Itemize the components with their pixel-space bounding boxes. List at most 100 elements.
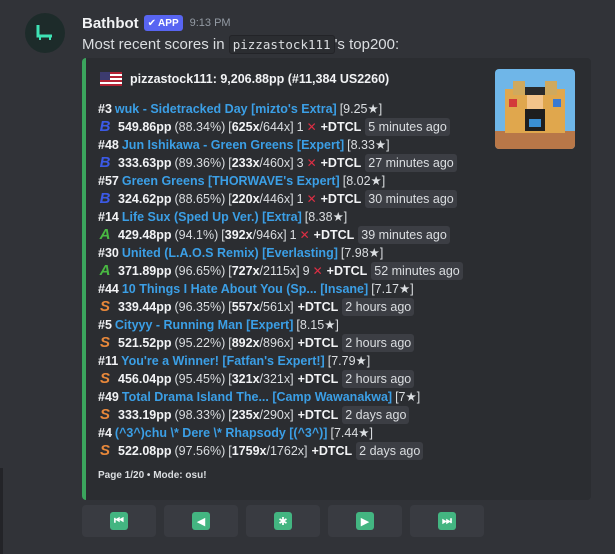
score-pp: 521.52pp	[118, 336, 172, 350]
combo-total: /446x]	[259, 192, 294, 206]
score-stats-line: S 522.08pp (97.56%) [1759x/1762x] +DTCL 2 day…	[98, 442, 463, 460]
score-timestamp: 2 days ago	[356, 442, 424, 460]
beatmap-link[interactable]: Green Greens [THORWAVE's Expert]	[122, 172, 340, 190]
beatmap-link[interactable]: Jun Ishikawa - Green Greens [Expert]	[122, 136, 344, 154]
combo-max: 1759x	[231, 444, 267, 458]
score-title-line: #44 10 Things I Hate About You (Sp... [In…	[98, 280, 463, 298]
beatmap-link[interactable]: Total Drama Island The... [Camp Wawanakw…	[122, 388, 392, 406]
bathtub-icon	[36, 25, 52, 40]
next-page-icon: ▶	[356, 512, 374, 530]
score-title-line: #49 Total Drama Island The... [Camp Wawan…	[98, 388, 463, 406]
beatmap-link[interactable]: Cityyy - Running Man [Expert]	[115, 316, 293, 334]
embed-author: pizzastock111: 9,206.88pp (#11,384 US226…	[100, 72, 389, 86]
combo-max: 727x	[231, 264, 260, 278]
score-rank: #5	[98, 318, 112, 332]
miss-count: 9 ✕	[303, 262, 323, 280]
score-rank: #3	[98, 102, 112, 116]
timestamp: 9:13 PM	[189, 17, 231, 29]
combo-max: 233x	[231, 156, 260, 170]
combo-total: /321x]	[259, 372, 294, 386]
score-rank: #44	[98, 282, 119, 296]
score-combo: [321x/321x]	[228, 370, 293, 388]
combo-total: /460x]	[259, 156, 294, 170]
message-header: Bathbot ✔ APP 9:13 PM	[82, 13, 231, 33]
next-page-button[interactable]: ▶	[328, 505, 402, 537]
score-stats-line: S 339.44pp (96.35%) [557x/561x] +DTCL 2 hours…	[98, 298, 463, 316]
combo-total: /561x]	[259, 300, 294, 314]
last-page-button[interactable]: ⏭	[410, 505, 484, 537]
score-title-line: #30 United (L.A.O.S Remix) [Everlasting][…	[98, 244, 463, 262]
score-timestamp: 52 minutes ago	[371, 262, 463, 280]
content-prefix: Most recent scores in	[82, 36, 229, 53]
previous-page-button[interactable]: ◀	[164, 505, 238, 537]
star-rating: [7.98★]	[340, 246, 384, 260]
score-combo: [233x/460x]	[228, 154, 293, 172]
beatmap-link[interactable]: United (L.A.O.S Remix) [Everlasting]	[122, 244, 338, 262]
last-page-icon: ⏭	[438, 512, 456, 530]
author-name[interactable]: pizzastock111: 9,206.88pp (#11,384 US226…	[130, 72, 389, 86]
star-rating: [8.33★]	[347, 138, 390, 152]
star-rating: [7★]	[395, 390, 421, 404]
grade-s-icon: S	[99, 334, 110, 351]
score-rank: #11	[98, 354, 119, 368]
grade-a-icon: A	[99, 226, 111, 243]
score-title-line: #3 wuk - Sidetracked Day [mizto's Extra][…	[98, 100, 463, 118]
star-rating: [8.02★]	[342, 174, 386, 188]
jump-page-button[interactable]: ✱	[246, 505, 320, 537]
miss-count: 1 ✕	[290, 226, 310, 244]
score-accuracy: (94.1%)	[174, 228, 219, 242]
beatmap-link[interactable]: Life Sux (Sped Up Ver.) [Extra]	[122, 208, 302, 226]
score-combo: [235x/290x]	[228, 406, 293, 424]
score-pp: 339.44pp	[118, 300, 172, 314]
score-stats-line: A 371.89pp (96.65%) [727x/2115x] 9 ✕ +DTCL 52 m…	[98, 262, 463, 280]
score-title-line: #48 Jun Ishikawa - Green Greens [Expert][…	[98, 136, 463, 154]
beatmap-link[interactable]: You're a Winner! [Fatfan's Expert!]	[121, 352, 325, 370]
score-combo: [392x/946x]	[221, 226, 286, 244]
miss-number: 3	[296, 156, 304, 170]
score-stats-line: A 429.48pp (94.1%) [392x/946x] 1 ✕ +DTCL 39 min…	[98, 226, 463, 244]
star-rating: [7.79★]	[327, 354, 371, 368]
left-edge-divider	[0, 468, 3, 554]
score-accuracy: (89.36%)	[174, 156, 226, 170]
score-stats-line: B 333.63pp (89.36%) [233x/460x] 3 ✕ +DTCL 27 mi…	[98, 154, 463, 172]
score-combo: [892x/896x]	[228, 334, 293, 352]
score-rank: #4	[98, 426, 112, 440]
score-accuracy: (96.35%)	[174, 300, 226, 314]
username[interactable]: Bathbot	[82, 15, 139, 32]
score-timestamp: 27 minutes ago	[365, 154, 457, 172]
score-accuracy: (88.34%)	[174, 120, 226, 134]
score-timestamp: 2 hours ago	[342, 298, 415, 316]
score-title-line: #4 (^3^)chu \* Dere \* Rhapsody [(^3^)] [7…	[98, 424, 463, 442]
miss-number: 1	[289, 228, 297, 242]
grade-s-icon: S	[99, 298, 110, 315]
grade-a-icon: A	[99, 262, 111, 279]
score-combo: [1759x/1762x]	[228, 442, 307, 460]
score-accuracy: (96.65%)	[174, 264, 226, 278]
jump-page-icon: ✱	[274, 512, 292, 530]
first-page-button[interactable]: ⏮	[82, 505, 156, 537]
score-stats-line: S 521.52pp (95.22%) [892x/896x] +DTCL 2 hours…	[98, 334, 463, 352]
beatmap-link[interactable]: wuk - Sidetracked Day [mizto's Extra]	[115, 100, 337, 118]
combo-max: 220x	[231, 192, 260, 206]
check-icon: ✔	[147, 17, 157, 29]
miss-x-icon: ✕	[306, 120, 317, 134]
beatmap-link[interactable]: 10 Things I Hate About You (Sp... [Insan…	[122, 280, 368, 298]
score-accuracy: (95.22%)	[174, 336, 226, 350]
score-title-line: #11 You're a Winner! [Fatfan's Expert!] [7…	[98, 352, 463, 370]
score-mods: +DTCL	[313, 228, 355, 242]
score-embed: pizzastock111: 9,206.88pp (#11,384 US226…	[82, 58, 591, 500]
score-rank: #57	[98, 174, 119, 188]
previous-page-icon: ◀	[192, 512, 210, 530]
score-accuracy: (97.56%)	[174, 444, 226, 458]
bot-avatar[interactable]	[25, 13, 65, 53]
score-stats-line: S 456.04pp (95.45%) [321x/321x] +DTCL 2 hours…	[98, 370, 463, 388]
grade-b-icon: B	[99, 154, 111, 171]
score-accuracy: (88.65%)	[174, 192, 226, 206]
score-timestamp: 5 minutes ago	[365, 118, 450, 136]
score-combo: [625x/644x]	[228, 118, 293, 136]
score-mods: +DTCL	[297, 408, 339, 422]
score-timestamp: 2 days ago	[342, 406, 410, 424]
score-stats-line: B 549.86pp (88.34%) [625x/644x] 1 ✕ +DTCL 5 min…	[98, 118, 463, 136]
beatmap-link[interactable]: (^3^)chu \* Dere \* Rhapsody [(^3^)]	[115, 424, 328, 442]
embed-footer: Page 1/20 • Mode: osu!	[98, 470, 207, 481]
